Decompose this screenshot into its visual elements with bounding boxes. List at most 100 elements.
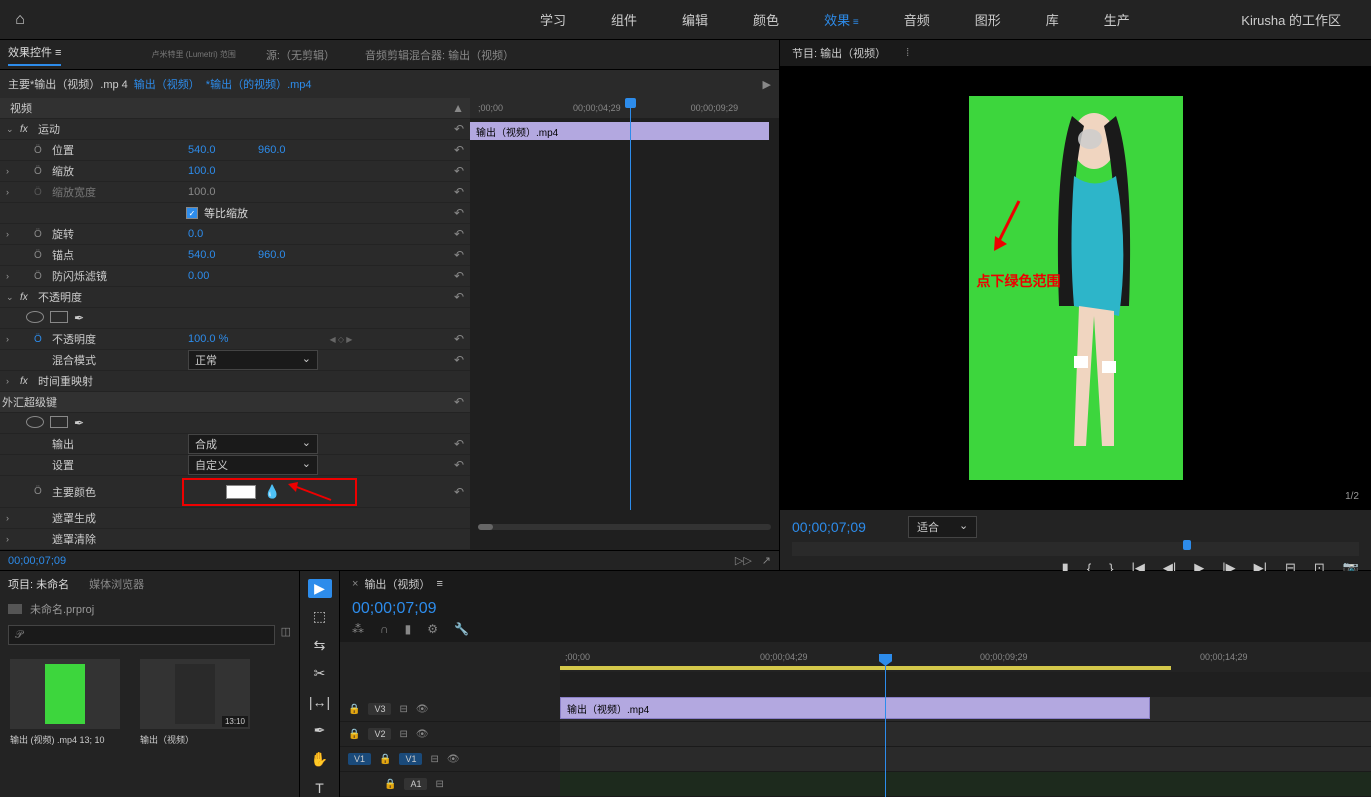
settings-icon[interactable]: ⚙: [427, 622, 438, 636]
keyframe-nav[interactable]: ◀ ◇ ▶: [330, 335, 353, 344]
reset-icon[interactable]: ↶: [454, 185, 464, 199]
stopwatch-icon[interactable]: Ö: [34, 229, 48, 240]
output-dropdown[interactable]: 合成⌄: [188, 434, 318, 454]
reset-icon[interactable]: ↶: [454, 206, 464, 220]
setting-dropdown[interactable]: 自定义⌄: [188, 455, 318, 475]
reset-icon[interactable]: ↶: [454, 485, 464, 499]
matte-clean-row[interactable]: › 遮罩清除: [0, 529, 470, 550]
track-a1[interactable]: 🔒 A1 ⊟: [340, 772, 560, 797]
lock-icon[interactable]: 🔒: [379, 754, 391, 765]
tab-media-browser[interactable]: 媒体浏览器: [89, 576, 144, 592]
reset-icon[interactable]: ↶: [454, 164, 464, 178]
clip-link1[interactable]: 输出（视频）: [134, 76, 200, 92]
pen-mask-icon[interactable]: ✒: [74, 311, 84, 325]
flicker-value[interactable]: 0.00: [188, 270, 238, 282]
menu-edit[interactable]: 编辑: [682, 10, 708, 29]
menu-learn[interactable]: 学习: [540, 10, 566, 29]
mini-timeline[interactable]: ;00;00 00;00;04;29 00;00;09;29 输出（视频）.mp…: [470, 98, 779, 550]
program-monitor[interactable]: 点下绿色范围 1/2: [780, 66, 1371, 510]
wrench-icon[interactable]: 🔧: [454, 622, 469, 636]
lock-icon[interactable]: 🔒: [348, 704, 360, 715]
reset-icon[interactable]: ↶: [454, 248, 464, 262]
tab-project[interactable]: 项目: 未命名: [8, 576, 69, 592]
track-v3[interactable]: 🔒 V3 ⊟ 👁: [340, 697, 560, 722]
reset-icon[interactable]: ↶: [454, 353, 464, 367]
thumb-2[interactable]: 13:10 输出（视频）: [140, 659, 250, 746]
play-icon[interactable]: ▶: [763, 78, 771, 91]
menu-library[interactable]: 库: [1046, 10, 1059, 29]
menu-graphics[interactable]: 图形: [975, 10, 1001, 29]
mini-scrollbar[interactable]: [478, 524, 771, 530]
stopwatch-icon[interactable]: Ö: [34, 334, 48, 345]
reset-icon[interactable]: ↶: [454, 395, 464, 409]
home-icon[interactable]: ⌂: [0, 11, 40, 29]
stopwatch-icon[interactable]: Ö: [34, 166, 48, 177]
hand-tool-icon[interactable]: ✋: [308, 750, 332, 769]
rect-mask-icon[interactable]: [50, 416, 68, 428]
reset-icon[interactable]: ↶: [454, 437, 464, 451]
clip-link2[interactable]: *输出（的视频）.mp4: [206, 76, 312, 92]
time-remap-row[interactable]: › fx 时间重映射: [0, 371, 470, 392]
mini-clip[interactable]: 输出（视频）.mp4: [470, 122, 769, 140]
uniform-checkbox[interactable]: ✓: [186, 207, 198, 219]
stopwatch-icon[interactable]: Ö: [34, 486, 48, 497]
track-v2[interactable]: 🔒 V2 ⊟ 👁: [340, 722, 560, 747]
track-select-tool-icon[interactable]: ⬚: [308, 608, 332, 627]
anchor-y[interactable]: 960.0: [258, 249, 286, 261]
razor-tool-icon[interactable]: ✂: [308, 665, 332, 684]
scroll-thumb[interactable]: [478, 524, 493, 530]
reset-icon[interactable]: ↶: [454, 269, 464, 283]
menu-audio[interactable]: 音频: [904, 10, 930, 29]
toggle-icon[interactable]: ⊟: [399, 729, 407, 740]
opacity-value[interactable]: 100.0 %: [188, 333, 238, 345]
program-timecode[interactable]: 00;00;07;09: [792, 519, 866, 535]
loop-icon[interactable]: ▷▷: [735, 554, 752, 567]
lock-icon[interactable]: 🔒: [348, 729, 360, 740]
motion-row[interactable]: ⌄ fx 运动 ↶: [0, 119, 470, 140]
opacity-section[interactable]: ⌄ fx 不透明度 ↶: [0, 287, 470, 308]
color-swatch[interactable]: [226, 485, 256, 499]
close-icon[interactable]: ×: [352, 578, 358, 590]
new-bin-icon[interactable]: ◫: [281, 625, 291, 645]
anchor-x[interactable]: 540.0: [188, 249, 238, 261]
blend-dropdown[interactable]: 正常⌄: [188, 350, 318, 370]
toggle-icon[interactable]: ⊟: [399, 704, 407, 715]
timeline-tracks[interactable]: ;00;00 00;00;04;29 00;00;09;29 00;00;14;…: [560, 642, 1371, 797]
position-x[interactable]: 540.0: [188, 144, 238, 156]
lock-icon[interactable]: 🔒: [384, 779, 396, 790]
scale-value[interactable]: 100.0: [188, 165, 238, 177]
thumb-1[interactable]: 输出 (视频) .mp4 13; 10: [10, 659, 120, 746]
eye-icon[interactable]: 👁: [447, 754, 460, 765]
link-icon[interactable]: ∩: [380, 622, 389, 636]
program-menu-icon[interactable]: ⁞: [906, 47, 909, 59]
timeline-clip[interactable]: 输出（视频）.mp4: [560, 697, 1150, 719]
scrub-marker[interactable]: [1183, 540, 1191, 550]
search-input[interactable]: [8, 625, 275, 645]
mini-playhead[interactable]: [630, 102, 631, 510]
stopwatch-icon[interactable]: Ö: [34, 271, 48, 282]
work-area-bar[interactable]: [560, 666, 1171, 670]
rect-mask-icon[interactable]: [50, 311, 68, 323]
snap-icon[interactable]: ⁂: [352, 622, 364, 636]
section-toggle-icon[interactable]: ▲: [452, 101, 464, 115]
fit-dropdown[interactable]: 适合⌄: [908, 516, 977, 538]
reset-icon[interactable]: ↶: [454, 332, 464, 346]
timeline-playhead[interactable]: [885, 660, 886, 797]
ellipse-mask-icon[interactable]: [26, 311, 44, 323]
eye-icon[interactable]: 👁: [416, 729, 429, 740]
workspace-label[interactable]: Kirusha 的工作区: [1241, 10, 1341, 29]
type-tool-icon[interactable]: T: [308, 779, 332, 797]
reset-icon[interactable]: ↶: [454, 227, 464, 241]
eye-icon[interactable]: 👁: [416, 704, 429, 715]
program-scrubber[interactable]: [792, 542, 1359, 556]
marker-icon[interactable]: ▮: [405, 622, 412, 636]
ellipse-mask-icon[interactable]: [26, 416, 44, 428]
pen-mask-icon[interactable]: ✒: [74, 416, 84, 430]
chevron-right-icon[interactable]: ›: [6, 166, 20, 176]
reset-icon[interactable]: ↶: [454, 458, 464, 472]
export-icon[interactable]: ↗: [762, 554, 771, 567]
reset-icon[interactable]: ↶: [454, 122, 464, 136]
chevron-down-icon[interactable]: ⌄: [6, 124, 20, 135]
tab-audio-mixer[interactable]: 音频剪辑混合器: 输出（视频）: [365, 47, 514, 63]
timeline-timecode[interactable]: 00;00;07;09: [352, 600, 437, 618]
